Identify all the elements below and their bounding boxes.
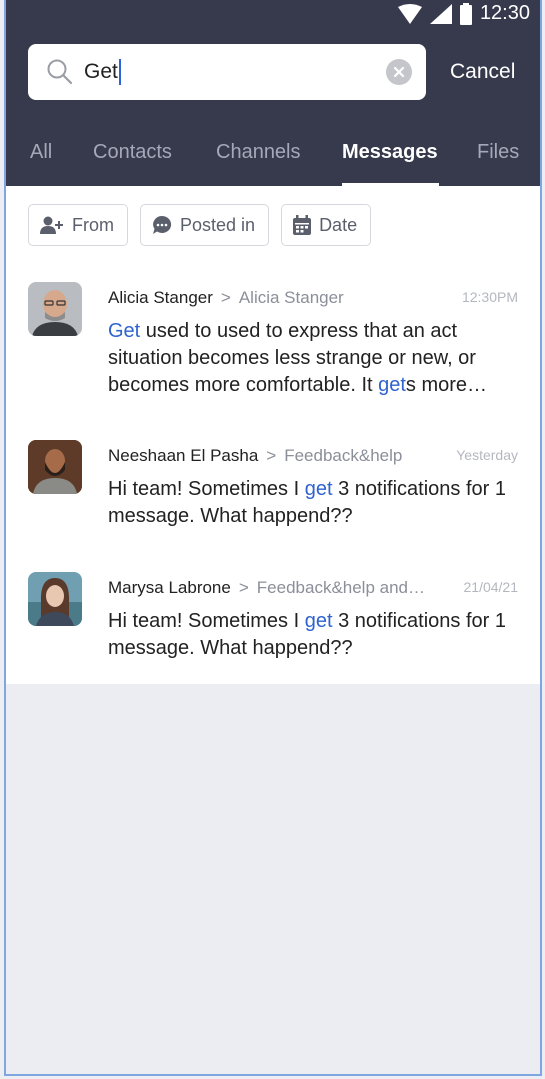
snippet-text: s more… bbox=[405, 374, 488, 396]
battery-icon bbox=[459, 2, 472, 25]
search-text: Get bbox=[84, 60, 118, 83]
chat-bubble-icon bbox=[153, 215, 172, 234]
posted-in-filter-label: Posted in bbox=[180, 214, 256, 235]
chevron-right-icon: > bbox=[266, 446, 277, 465]
message-snippet: Get used to used to express that an act … bbox=[108, 318, 518, 399]
message-time: 21/04/21 bbox=[463, 579, 519, 595]
status-icons: 12:30 bbox=[397, 2, 530, 25]
signal-icon bbox=[429, 3, 452, 24]
message-result[interactable]: Neeshaan El Pasha > Feedback&help Yesterda… bbox=[28, 440, 518, 540]
message-snippet: Hi team! Sometimes I get 3 notifications… bbox=[108, 476, 518, 530]
sender-name: Alicia Stanger bbox=[108, 288, 213, 307]
message-time: Yesterday bbox=[456, 447, 518, 463]
cancel-button[interactable]: Cancel bbox=[450, 60, 515, 84]
sender-name: Neeshaan El Pasha bbox=[108, 446, 259, 465]
search-row: Get Cancel bbox=[28, 44, 530, 100]
tab-contacts[interactable]: Contacts bbox=[93, 141, 172, 164]
message-result[interactable]: Marysa Labrone > Feedback&help and… 21/04/… bbox=[28, 572, 518, 672]
result-meta: Neeshaan El Pasha > Feedback&help Yesterda… bbox=[108, 446, 518, 470]
tab-channels[interactable]: Channels bbox=[216, 141, 301, 164]
tab-messages[interactable]: Messages bbox=[342, 141, 438, 164]
calendar-icon bbox=[293, 215, 312, 235]
tab-all[interactable]: All bbox=[30, 141, 52, 164]
from-filter-label: From bbox=[72, 214, 114, 235]
search-highlight: get bbox=[304, 610, 333, 632]
filter-bar: From Posted in Date bbox=[28, 204, 372, 246]
tab-files[interactable]: Files bbox=[477, 141, 519, 164]
search-icon bbox=[47, 59, 73, 85]
message-time: 12:30PM bbox=[461, 289, 518, 305]
clear-icon[interactable] bbox=[386, 59, 412, 85]
header: 12:30 Get Cancel All Contacts Channels M… bbox=[6, 0, 540, 186]
app-frame: 12:30 Get Cancel All Contacts Channels M… bbox=[4, 0, 542, 1076]
date-filter-label: Date bbox=[319, 214, 358, 235]
chevron-right-icon: > bbox=[220, 288, 231, 307]
channel-name: Feedback&help and… bbox=[256, 578, 426, 597]
date-filter-button[interactable]: Date bbox=[281, 204, 372, 246]
person-add-icon bbox=[40, 216, 63, 234]
message-snippet: Hi team! Sometimes I get 3 notifications… bbox=[108, 608, 518, 662]
channel-name: Feedback&help bbox=[284, 446, 403, 465]
chevron-right-icon: > bbox=[238, 578, 249, 597]
results-panel: From Posted in Date Alicia Stanger > Ali… bbox=[6, 186, 540, 684]
status-bar: 12:30 bbox=[6, 0, 540, 28]
wifi-icon bbox=[397, 3, 422, 24]
result-meta: Marysa Labrone > Feedback&help and… 21/04/… bbox=[108, 578, 518, 602]
result-meta: Alicia Stanger > Alicia Stanger 12:30PM bbox=[108, 288, 518, 312]
search-value: Get bbox=[84, 59, 121, 85]
sender-name: Marysa Labrone bbox=[108, 578, 231, 597]
avatar bbox=[28, 572, 82, 626]
avatar bbox=[28, 440, 82, 494]
status-time: 12:30 bbox=[479, 2, 530, 24]
search-highlight: get bbox=[378, 374, 406, 396]
search-highlight: get bbox=[304, 478, 333, 500]
text-caret bbox=[118, 59, 121, 85]
from-filter-button[interactable]: From bbox=[28, 204, 128, 246]
snippet-text: Hi team! Sometimes I bbox=[108, 478, 305, 500]
search-input[interactable]: Get bbox=[28, 44, 426, 100]
posted-in-filter-button[interactable]: Posted in bbox=[140, 204, 270, 246]
avatar bbox=[28, 282, 82, 336]
message-result[interactable]: Alicia Stanger > Alicia Stanger 12:30PM Ge… bbox=[28, 282, 518, 402]
search-highlight: Get bbox=[108, 320, 141, 342]
snippet-text: Hi team! Sometimes I bbox=[108, 610, 305, 632]
channel-name: Alicia Stanger bbox=[238, 288, 344, 307]
tab-bar: All Contacts Channels Messages Files bbox=[6, 137, 540, 186]
